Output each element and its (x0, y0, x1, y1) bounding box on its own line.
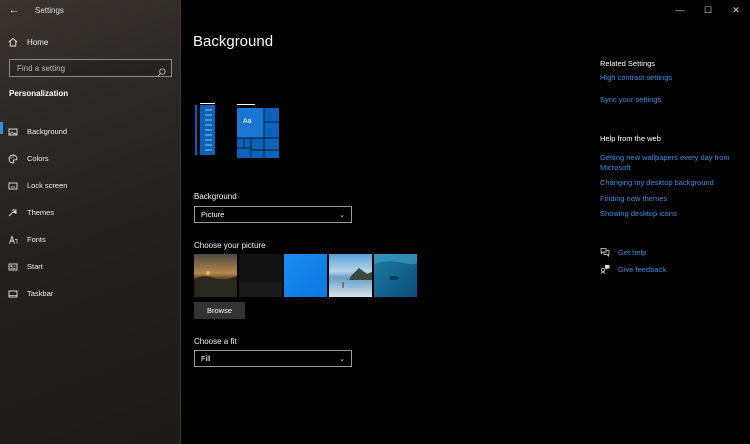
related-settings-heading: Related Settings (600, 59, 656, 68)
sidebar-item-lock-screen[interactable]: Lock screen (0, 172, 181, 199)
start-icon (0, 262, 26, 272)
choose-fit-label: Choose a fit (194, 337, 237, 346)
chevron-down-icon: ⌄ (339, 355, 345, 363)
back-arrow-icon: ← (8, 4, 20, 16)
sidebar-item-label: Start (27, 262, 43, 271)
picture-thumbnails (194, 254, 417, 297)
sidebar-item-label: Fonts (27, 235, 46, 244)
sidebar-item-themes[interactable]: Themes (0, 199, 181, 226)
picture-icon (0, 127, 26, 137)
chat-help-icon (600, 247, 610, 257)
desktop-preview: Aa (195, 100, 285, 160)
themes-brush-icon (0, 208, 26, 218)
search-icon[interactable] (157, 64, 166, 76)
sidebar: ← Settings Home Personalization Backgrou… (0, 0, 181, 444)
fit-dropdown-value: Fill (201, 354, 211, 363)
picture-thumbnail-sunset[interactable] (194, 254, 237, 297)
wallpapers-link[interactable]: Getting new wallpapers every day from Mi… (600, 153, 750, 173)
back-button[interactable]: ← (0, 0, 28, 20)
sidebar-item-label: Lock screen (27, 181, 68, 190)
sidebar-item-taskbar[interactable]: Taskbar (0, 280, 181, 307)
sidebar-item-label: Taskbar (27, 289, 54, 298)
font-icon (0, 234, 26, 245)
give-feedback-link[interactable]: Give feedback (600, 264, 666, 274)
home-label: Home (27, 37, 49, 47)
search-input[interactable] (17, 63, 147, 73)
get-help-link[interactable]: Get help (600, 247, 646, 257)
sidebar-item-label: Background (27, 127, 68, 136)
taskbar-icon (0, 289, 26, 299)
section-heading: Personalization (9, 89, 69, 98)
give-feedback-label: Give feedback (618, 264, 666, 274)
browse-button[interactable]: Browse (194, 302, 245, 319)
sidebar-item-start[interactable]: Start (0, 253, 181, 280)
sidebar-item-colors[interactable]: Colors (0, 145, 181, 172)
main-content: Background Aa Background Picture ⌄ Choos… (182, 0, 750, 444)
palette-icon (0, 154, 26, 164)
preview-tile-text: Aa (243, 118, 252, 125)
help-web-heading: Help from the web (600, 134, 661, 143)
choose-picture-label: Choose your picture (194, 241, 266, 250)
sidebar-item-label: Colors (27, 154, 49, 163)
page-title: Background (193, 33, 274, 50)
background-dropdown[interactable]: Picture ⌄ (194, 206, 352, 223)
background-dropdown-value: Picture (201, 210, 225, 219)
desktop-icons-link[interactable]: Showing desktop icons (600, 209, 750, 219)
home-nav-item[interactable]: Home (0, 33, 181, 51)
sidebar-item-fonts[interactable]: Fonts (0, 226, 181, 253)
title-bar: ← Settings (0, 0, 181, 20)
picture-thumbnail-dark[interactable] (239, 254, 282, 297)
background-label: Background (194, 192, 237, 201)
search-box (9, 59, 172, 77)
change-background-link[interactable]: Changing my desktop background (600, 178, 750, 188)
home-icon (0, 37, 26, 47)
picture-thumbnail-beach[interactable] (329, 254, 372, 297)
feedback-person-icon (600, 264, 610, 274)
sidebar-item-label: Themes (27, 208, 55, 217)
high-contrast-link[interactable]: High contrast settings (600, 73, 750, 83)
picture-thumbnail-blue[interactable] (284, 254, 327, 297)
get-help-label: Get help (618, 247, 647, 257)
fit-dropdown[interactable]: Fill ⌄ (194, 350, 352, 367)
picture-thumbnail-underwater[interactable] (374, 254, 417, 297)
finding-themes-link[interactable]: Finding new themes (600, 194, 750, 204)
sidebar-item-background[interactable]: Background (0, 118, 181, 145)
chevron-down-icon: ⌄ (339, 211, 345, 219)
sync-settings-link[interactable]: Sync your settings (600, 95, 750, 105)
app-title: Settings (35, 5, 64, 15)
personalization-nav: Background Colors Lock screen Themes Fon… (0, 118, 181, 307)
lock-screen-icon (0, 181, 26, 191)
